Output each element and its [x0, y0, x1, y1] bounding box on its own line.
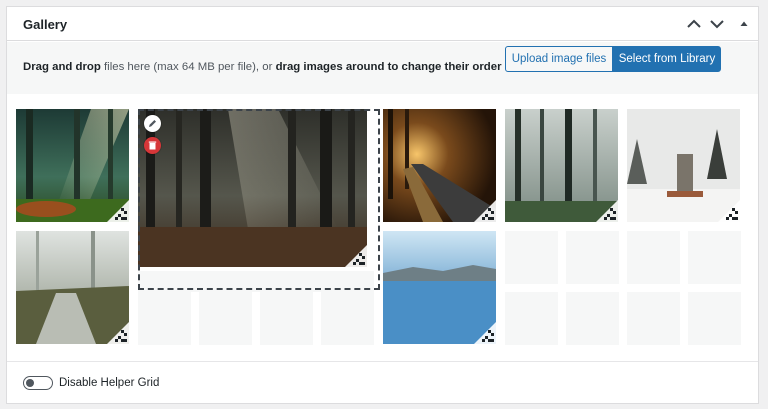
collapse-panel-button[interactable]	[735, 15, 753, 33]
toggle-knob	[26, 379, 34, 387]
grid-cell	[321, 292, 374, 345]
autumn-road-thumb[interactable]	[383, 109, 496, 222]
grid-cell	[138, 292, 191, 345]
disable-helper-grid-toggle[interactable]	[23, 376, 53, 390]
drag-drop-plain: files here (max 64 MB per file), or	[100, 61, 276, 73]
grid-cell	[627, 231, 680, 284]
chevron-down-icon	[710, 20, 724, 29]
move-up-button[interactable]	[685, 15, 703, 33]
panel-header: Gallery	[7, 7, 758, 41]
move-down-button[interactable]	[708, 15, 726, 33]
disable-helper-grid-label[interactable]: Disable Helper Grid	[59, 377, 159, 389]
misty-trees-thumb[interactable]	[505, 109, 618, 222]
chevron-up-icon	[687, 19, 701, 28]
resize-handle-icon[interactable]	[718, 200, 740, 222]
resize-handle-icon[interactable]	[596, 200, 618, 222]
grid-cell	[505, 231, 558, 284]
triangle-up-icon	[740, 21, 748, 26]
resize-handle-icon[interactable]	[107, 322, 129, 344]
grid-cell	[688, 231, 741, 284]
grid-cell	[627, 292, 680, 345]
drag-reorder-bold: drag images around to change their order	[275, 61, 502, 73]
resize-handle-icon[interactable]	[474, 322, 496, 344]
grid-cell	[505, 292, 558, 345]
grid-cell	[566, 231, 619, 284]
resize-handle-icon[interactable]	[474, 200, 496, 222]
drag-drop-bold: Drag and drop	[23, 61, 101, 73]
select-from-library-button[interactable]: Select from Library	[613, 46, 721, 72]
drag-drop-instructions: Drag and drop files here (max 64 MB per …	[23, 61, 502, 73]
gallery-footer: Disable Helper Grid	[7, 361, 758, 403]
lake-blue-thumb[interactable]	[383, 231, 496, 344]
resize-handle-icon[interactable]	[107, 200, 129, 222]
grid-cell	[199, 292, 252, 345]
upload-image-files-button[interactable]: Upload image files	[505, 46, 613, 72]
winter-monument-thumb[interactable]	[627, 109, 740, 222]
frosty-path-thumb[interactable]	[16, 231, 129, 344]
grid-cell	[566, 292, 619, 345]
grid-cell	[688, 292, 741, 345]
grid-cell	[260, 292, 313, 345]
panel-title: Gallery	[23, 17, 68, 32]
drop-target-outline	[138, 109, 380, 290]
gallery-grid	[7, 95, 758, 361]
forest-sunbeams-thumb[interactable]	[16, 109, 129, 222]
